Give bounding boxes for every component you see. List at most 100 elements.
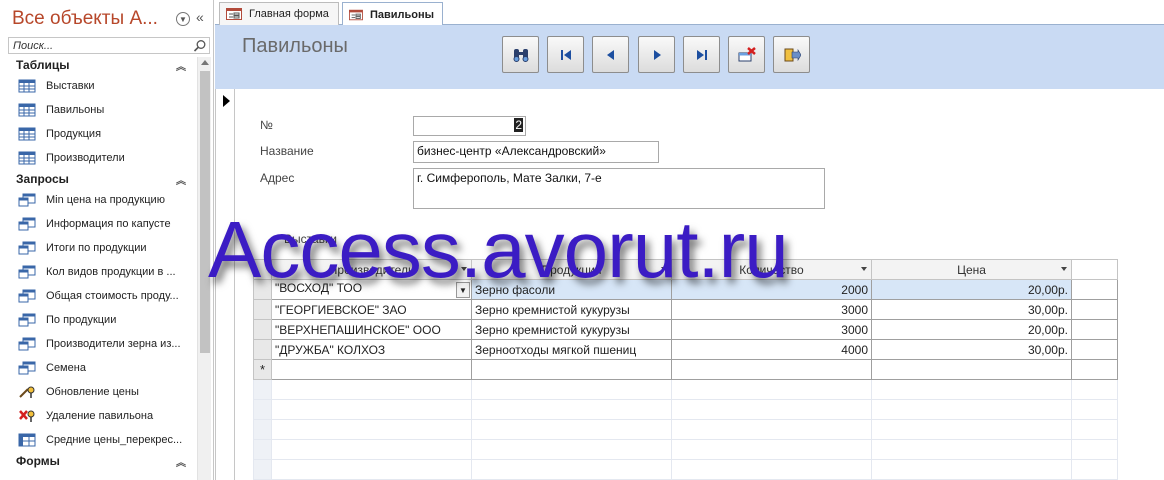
- price-cell[interactable]: 20,00р.: [871, 319, 1072, 340]
- address-field[interactable]: г. Симферополь, Мате Залки, 7-е: [413, 168, 825, 209]
- price-cell[interactable]: 20,00р.: [871, 279, 1072, 300]
- row-selector[interactable]: [253, 279, 272, 300]
- table-row[interactable]: "ДРУЖБА" КОЛХОЗ Зерноотходы мягкой пшени…: [253, 339, 1118, 360]
- delete-record-icon: [738, 46, 756, 61]
- previous-record-button[interactable]: [592, 36, 629, 73]
- table-row[interactable]: "ВЕРХНЕПАШИНСКОЕ" ООО Зерно кремнистой к…: [253, 319, 1118, 340]
- nav-item-query[interactable]: Общая стоимость проду...: [8, 284, 196, 308]
- nav-item-exhibitions[interactable]: Выставки: [8, 74, 196, 98]
- nav-item-query[interactable]: Производители зерна из...: [8, 332, 196, 356]
- nav-item-delete-query[interactable]: Удаление павильона: [8, 404, 196, 428]
- address-label: Адрес: [260, 171, 295, 185]
- last-record-button[interactable]: [683, 36, 720, 73]
- blank-row: [253, 459, 1118, 480]
- search-icon[interactable]: [193, 39, 207, 53]
- form-icon: [349, 9, 363, 20]
- chevron-down-icon[interactable]: [461, 267, 467, 271]
- group-header-queries[interactable]: Запросы ︽: [8, 170, 196, 188]
- product-cell[interactable]: Зерно кремнистой кукурузы: [471, 299, 672, 320]
- new-record-marker[interactable]: *: [253, 359, 272, 380]
- collapse-pane-icon[interactable]: «: [196, 9, 204, 25]
- nav-item-query[interactable]: Семена: [8, 356, 196, 380]
- chevron-down-icon[interactable]: ▼: [176, 12, 190, 26]
- column-header-product[interactable]: Продукция: [471, 259, 672, 280]
- tab-label: Главная форма: [249, 8, 329, 20]
- first-record-button[interactable]: [547, 36, 584, 73]
- next-record-button[interactable]: [638, 36, 675, 73]
- price-cell[interactable]: 30,00р.: [871, 339, 1072, 360]
- chevron-down-icon[interactable]: [1061, 267, 1067, 271]
- producer-cell[interactable]: "ВЕРХНЕПАШИНСКОЕ" ООО: [271, 319, 472, 340]
- empty-cell: [1071, 299, 1118, 320]
- quantity-cell[interactable]: [671, 359, 872, 380]
- chevron-down-icon[interactable]: ▼: [456, 282, 470, 298]
- product-cell[interactable]: [471, 359, 672, 380]
- nav-item-label: Min цена на продукцию: [46, 194, 165, 206]
- nav-item-label: Производители: [46, 152, 125, 164]
- find-button[interactable]: [502, 36, 539, 73]
- table-row[interactable]: "ВОСХОД" ТОО ▼ Зерно фасоли 2000 20,00р.: [253, 279, 1118, 300]
- nav-item-crosstab-query[interactable]: Средние цены_перекрес...: [8, 428, 196, 452]
- nav-item-products[interactable]: Продукция: [8, 122, 196, 146]
- product-cell[interactable]: Зерно кремнистой кукурузы: [471, 319, 672, 340]
- nav-item-label: Кол видов продукции в ...: [46, 266, 176, 278]
- close-form-button[interactable]: [773, 36, 810, 73]
- nav-item-pavilions[interactable]: Павильоны: [8, 98, 196, 122]
- column-header-producer[interactable]: Производитель: [271, 259, 472, 280]
- name-field[interactable]: бизнес-центр «Александровский»: [413, 141, 659, 163]
- producer-combo[interactable]: "ВОСХОД" ТОО ▼: [271, 279, 472, 300]
- producer-cell[interactable]: [271, 359, 472, 380]
- nav-item-label: Обновление цены: [46, 386, 139, 398]
- product-cell[interactable]: Зерноотходы мягкой пшениц: [471, 339, 672, 360]
- nav-item-query[interactable]: Кол видов продукции в ...: [8, 260, 196, 284]
- navigation-scrollbar[interactable]: [197, 57, 211, 480]
- scroll-up-icon[interactable]: [201, 60, 209, 65]
- search-input[interactable]: [9, 38, 189, 54]
- group-label: Запросы: [16, 172, 69, 186]
- nav-item-producers[interactable]: Производители: [8, 146, 196, 170]
- producer-cell[interactable]: "ДРУЖБА" КОЛХОЗ: [271, 339, 472, 360]
- row-selector[interactable]: [253, 339, 272, 360]
- column-header-quantity[interactable]: Количество: [671, 259, 872, 280]
- nav-item-query[interactable]: Min цена на продукцию: [8, 188, 196, 212]
- quantity-cell[interactable]: 3000: [671, 299, 872, 320]
- new-record-row[interactable]: *: [253, 359, 1118, 380]
- table-row[interactable]: "ГЕОРГИЕВСКОЕ" ЗАО Зерно кремнистой куку…: [253, 299, 1118, 320]
- tab-pavilions[interactable]: Павильоны: [342, 2, 443, 26]
- nav-item-query[interactable]: Итоги по продукции: [8, 236, 196, 260]
- form-title: Павильоны: [242, 35, 348, 57]
- chevron-down-icon[interactable]: [861, 267, 867, 271]
- column-header-label: Цена: [957, 262, 986, 277]
- nav-item-update-query[interactable]: Обновление цены: [8, 380, 196, 404]
- price-cell[interactable]: [871, 359, 1072, 380]
- delete-query-icon: [19, 410, 35, 422]
- column-header-price[interactable]: Цена: [871, 259, 1072, 280]
- record-selector[interactable]: [215, 89, 235, 480]
- form-header: Павильоны: [215, 25, 1164, 89]
- quantity-cell[interactable]: 3000: [671, 319, 872, 340]
- number-label: №: [260, 118, 273, 132]
- group-header-tables[interactable]: Таблицы ︽: [8, 56, 196, 74]
- blank-row: [253, 439, 1118, 460]
- scrollbar-thumb[interactable]: [200, 71, 210, 353]
- row-selector[interactable]: [253, 319, 272, 340]
- delete-record-button[interactable]: [728, 36, 765, 73]
- nav-item-query[interactable]: Информация по капусте: [8, 212, 196, 236]
- select-all-cell[interactable]: [253, 259, 272, 280]
- price-cell[interactable]: 30,00р.: [871, 299, 1072, 320]
- product-cell[interactable]: Зерно фасоли: [471, 279, 672, 300]
- group-header-forms[interactable]: Формы ︽: [8, 452, 196, 470]
- chevron-down-icon[interactable]: [661, 267, 667, 271]
- quantity-cell[interactable]: 4000: [671, 339, 872, 360]
- producer-cell[interactable]: "ГЕОРГИЕВСКОЕ" ЗАО: [271, 299, 472, 320]
- number-field[interactable]: 2: [413, 116, 526, 136]
- navigation-pane-title[interactable]: Все объекты A...: [12, 8, 158, 30]
- nav-item-query[interactable]: По продукции: [8, 308, 196, 332]
- table-icon: [18, 79, 36, 93]
- quantity-cell[interactable]: 2000: [671, 279, 872, 300]
- row-selector[interactable]: [253, 299, 272, 320]
- nav-item-label: Итоги по продукции: [46, 242, 147, 254]
- empty-cell: [1071, 279, 1118, 300]
- tab-main-form[interactable]: Главная форма: [219, 2, 339, 25]
- blank-row: [253, 379, 1118, 400]
